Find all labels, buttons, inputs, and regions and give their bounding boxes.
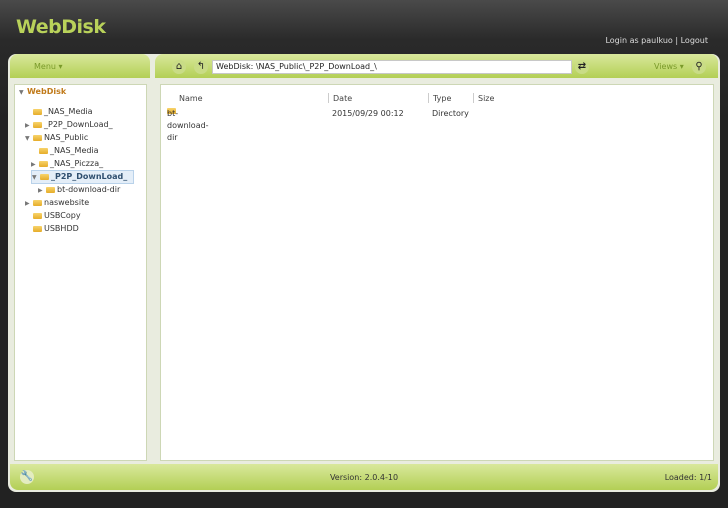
menu-label: Menu [34,62,56,71]
folder-icon [46,187,55,193]
node-label: _NAS_Piczza_ [50,159,104,168]
node-label: NAS_Public [44,133,89,142]
tree-node[interactable]: ▶ _NAS_Piczza_ [31,158,103,170]
tree-root[interactable]: ▼ WebDisk [19,86,66,98]
folder-tree: ▼ WebDisk _NAS_Media ▶ _P2P_DownLoad_ ▼ NAS… [14,84,147,461]
folder-icon [39,148,48,154]
views-label: Views [654,62,678,71]
node-label: USBHDD [44,224,79,233]
folder-icon [33,109,42,115]
column-header-name[interactable]: Name [179,94,203,103]
version-text: Version: 2.0.4-10 [329,473,399,482]
table-row[interactable]: bt-download-dir 2015/09/29 00:12 Directo… [167,108,713,142]
file-type: Directory [432,109,469,118]
tree-node-selected[interactable]: ▼ _P2P_DownLoad_ [31,170,135,184]
menu-button[interactable]: Menu ▾ [34,62,63,71]
expanded-icon: ▼ [19,89,24,96]
home-icon[interactable]: ⌂ [172,60,186,74]
expanded-icon[interactable]: ▼ [32,172,40,184]
column-header-date[interactable]: Date [333,94,352,103]
file-date: 2015/09/29 00:12 [332,109,404,118]
expanded-icon[interactable]: ▼ [25,133,33,145]
separator: | [675,36,679,45]
node-label: naswebsite [44,198,90,207]
folder-icon [33,213,42,219]
refresh-icon[interactable]: ⇄ [575,60,589,74]
node-label: bt-download-dir [57,185,121,194]
toolbar: ⌂ ↰ WebDisk: \NAS_Public\_P2P_DownLoad_\… [155,54,718,78]
folder-icon [40,174,49,180]
tree-node[interactable]: _NAS_Media [31,145,99,157]
tree-node[interactable]: USBCopy [25,210,81,222]
column-header-size[interactable]: Size [478,94,494,103]
tree-node[interactable]: ▶ _P2P_DownLoad_ [25,119,113,131]
loaded-count: Loaded: 1/1 [664,473,712,482]
webdisk-frame: Menu ▾ ⌂ ↰ WebDisk: \NAS_Public\_P2P_Dow… [8,54,720,492]
node-label: _NAS_Media [50,146,99,155]
tree-node[interactable]: ▶ naswebsite [25,197,89,209]
logout-link[interactable]: Logout [681,36,708,45]
chevron-down-icon: ▾ [58,62,63,71]
column-divider[interactable] [428,93,429,103]
login-user: Login as paulkuo [605,36,673,45]
column-divider[interactable] [328,93,329,103]
views-button[interactable]: Views ▾ [654,62,684,71]
column-header-type[interactable]: Type [433,94,451,103]
app-logo: WebDisk [16,16,106,38]
folder-icon [33,226,42,232]
login-info: Login as paulkuo | Logout [605,36,708,45]
path-input[interactable]: WebDisk: \NAS_Public\_P2P_DownLoad_\ [212,60,572,74]
tree-node[interactable]: USBHDD [25,223,79,235]
folder-icon [33,200,42,206]
node-label: _P2P_DownLoad_ [51,172,128,181]
collapsed-icon[interactable]: ▶ [25,120,33,132]
collapsed-icon[interactable]: ▶ [25,198,33,210]
file-list: Name Date Type Size bt-download-dir 2015… [160,84,714,461]
node-label: USBCopy [44,211,81,220]
tree-node[interactable]: ▼ NAS_Public [25,132,88,144]
search-icon[interactable]: ⚲ [692,60,706,74]
menu-bar: Menu ▾ [10,54,150,78]
column-divider[interactable] [473,93,474,103]
folder-icon [39,161,48,167]
folder-icon [33,135,42,141]
collapsed-icon[interactable]: ▶ [38,185,46,197]
node-label: _P2P_DownLoad_ [44,120,113,129]
folder-icon [33,122,42,128]
back-icon[interactable]: ↰ [194,60,208,74]
file-name: bt-download-dir [167,109,209,142]
tree-node[interactable]: ▶ bt-download-dir [38,184,120,196]
tree-root-label: WebDisk [27,87,67,96]
chevron-down-icon: ▾ [679,62,684,71]
node-label: _NAS_Media [44,107,93,116]
status-bar: 🔧 Version: 2.0.4-10 Loaded: 1/1 [10,464,718,490]
tree-node[interactable]: _NAS_Media [25,106,93,118]
